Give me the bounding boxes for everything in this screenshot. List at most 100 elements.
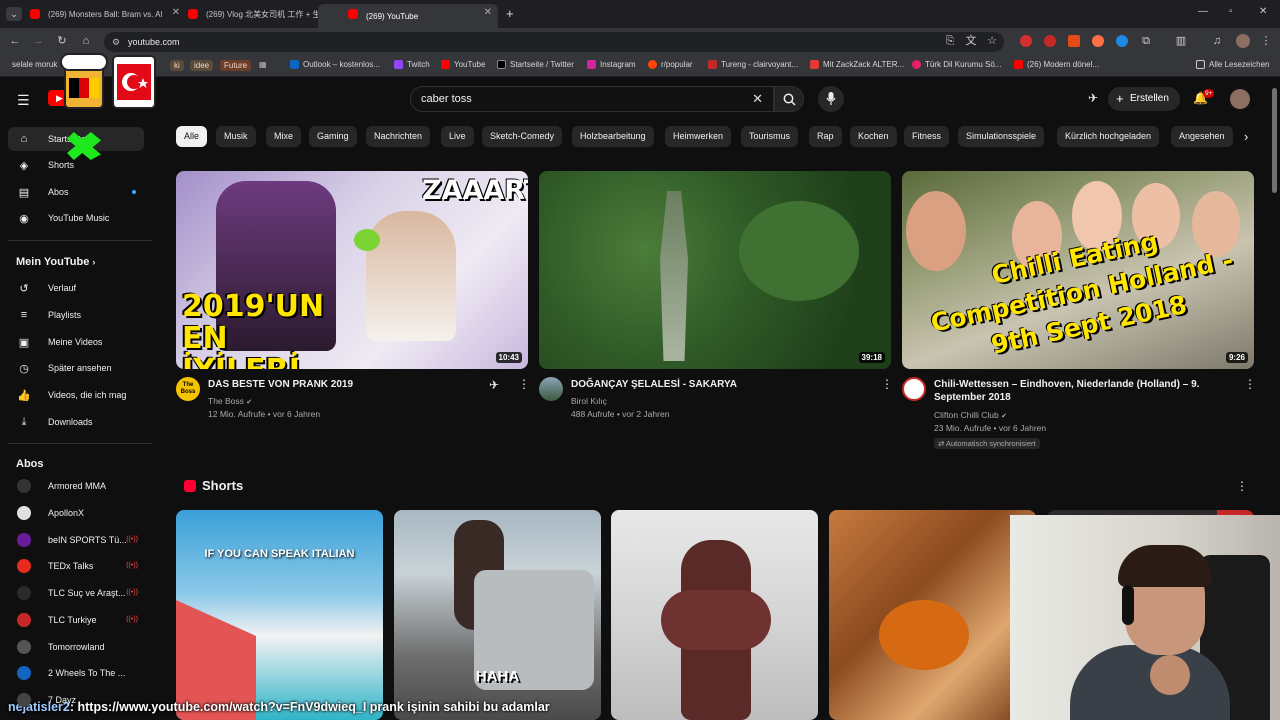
bookmark-item[interactable]: ki <box>170 60 184 71</box>
channel-name[interactable]: Clifton Chilli Club ✔ <box>934 410 1007 420</box>
bookmark-item[interactable]: YouTube <box>441 60 485 69</box>
sidebar-subscription-item[interactable]: 7 Dayz <box>8 688 144 712</box>
sidebar-item-youtube-music[interactable]: ◉ YouTube Music <box>8 206 144 230</box>
video-thumbnail[interactable]: 39:18 <box>539 171 891 369</box>
bookmark-item[interactable]: Türk Dil Kurumu Sö... <box>912 60 1001 69</box>
voice-search-button[interactable] <box>818 86 844 112</box>
short-thumbnail[interactable]: HAHA <box>394 510 601 720</box>
filter-chip[interactable]: Tourismus <box>741 126 799 147</box>
filter-chip[interactable]: Alle <box>176 126 208 147</box>
bookmark-item[interactable]: idee <box>190 60 214 71</box>
filter-chip[interactable]: Kürzlich hochgeladen <box>1057 126 1160 147</box>
bookmark-item[interactable]: r/popular <box>648 60 693 69</box>
sidebar-item-subscriptions[interactable]: ▤ Abos <box>8 180 144 204</box>
search-input[interactable]: caber toss ✕ <box>410 86 774 112</box>
menu-hamburger-icon[interactable]: ☰ <box>17 92 30 109</box>
video-title[interactable]: DOĞANÇAY ŞELALESİ - SAKARYA <box>571 378 861 391</box>
browser-tab-2[interactable]: (269) Vlog 北美女司机 工作 + 生 ✕ <box>158 4 344 24</box>
create-button[interactable]: + Erstellen <box>1108 87 1180 111</box>
sidebar-subscription-item[interactable]: 2 Wheels To The ... <box>8 661 144 685</box>
filter-chip[interactable]: Gaming <box>309 126 357 147</box>
maximize-icon[interactable]: ▫ <box>1229 6 1233 17</box>
channel-avatar[interactable] <box>902 377 926 401</box>
filter-chip[interactable]: Musik <box>216 126 256 147</box>
extension-icon[interactable] <box>1020 35 1032 47</box>
sidebar-item-liked-videos[interactable]: 👍 Videos, die ich mag <box>8 383 144 407</box>
address-bar[interactable]: ⚙ youtube.com <box>104 32 1004 52</box>
channel-avatar[interactable] <box>539 377 563 401</box>
sidebar-subscription-item[interactable]: TLC Turkiye ((•)) <box>8 608 144 632</box>
extensions-puzzle-icon[interactable]: ⧉ <box>1138 33 1154 49</box>
sidebar-item-playlists[interactable]: ≡ Playlists <box>8 303 144 327</box>
filter-chip[interactable]: Live <box>441 126 474 147</box>
sidebar-subscription-item[interactable]: ApollonX <box>8 501 144 525</box>
sidebar-subscription-item[interactable]: Armored MMA <box>8 474 144 498</box>
browser-menu-icon[interactable]: ⋮ <box>1258 33 1274 49</box>
filter-chip[interactable]: Fitness <box>904 126 950 147</box>
sidebar-heading-my-youtube[interactable]: Mein YouTube › <box>16 256 95 268</box>
back-icon[interactable]: ← <box>7 33 23 49</box>
filter-chip[interactable]: Holzbearbeitung <box>572 126 654 147</box>
profile-avatar-icon[interactable] <box>1236 34 1250 48</box>
filter-chip[interactable]: Heimwerken <box>665 126 732 147</box>
filter-chip[interactable]: Kochen <box>850 126 897 147</box>
bookmark-item[interactable]: Mit ZackZack ALTER... <box>810 60 904 69</box>
sidebar-item-history[interactable]: ↺ Verlauf <box>8 276 144 300</box>
sidebar-item-watch-later[interactable]: ◷ Später ansehen <box>8 356 144 380</box>
extension-icon[interactable] <box>1044 35 1056 47</box>
extension-icon[interactable] <box>1092 35 1104 47</box>
short-thumbnail[interactable] <box>829 510 1036 720</box>
sidebar-item-downloads[interactable]: ⤓ Downloads <box>8 410 144 434</box>
video-title[interactable]: DAS BESTE VON PRANK 2019 <box>208 378 478 391</box>
shorts-more-options-icon[interactable]: ⋮ <box>1236 479 1248 493</box>
install-app-icon[interactable]: ⎘ <box>942 33 958 49</box>
sidebar-item-my-videos[interactable]: ▣ Meine Videos <box>8 330 144 354</box>
more-options-icon[interactable]: ⋮ <box>1244 377 1256 391</box>
bookmark-star-icon[interactable]: ☆ <box>984 33 1000 49</box>
bookmark-item[interactable]: Outlook – kostenlos... <box>290 60 380 69</box>
bookmark-item[interactable]: Tureng - clairvoyant... <box>708 60 798 69</box>
filter-chip[interactable]: Sketch-Comedy <box>482 126 563 147</box>
sidebar-subscription-item[interactable]: TLC Suç ve Araşt... ((•)) <box>8 581 144 605</box>
bookmark-item[interactable]: selale moruk <box>12 60 57 69</box>
sidebar-subscription-item[interactable]: beIN SPORTS Tü... ((•)) <box>8 528 144 552</box>
bookmark-item[interactable]: Future <box>220 60 252 71</box>
filter-chip[interactable]: Rap <box>809 126 842 147</box>
channel-name[interactable]: The Boss ✔ <box>208 396 252 406</box>
bookmark-item[interactable]: Instagram <box>587 60 636 69</box>
video-thumbnail[interactable]: ZAAART 2019'UN EN İYİLERİ 10:43 <box>176 171 528 369</box>
close-tab-icon[interactable]: ✕ <box>484 7 492 18</box>
all-bookmarks[interactable]: Alle Lesezeichen <box>1196 60 1269 69</box>
forward-icon[interactable]: → <box>30 33 46 49</box>
bookmark-item[interactable]: Twitch <box>394 60 430 69</box>
filter-chip[interactable]: Nachrichten <box>366 126 431 147</box>
filter-chip[interactable]: Angesehen <box>1171 126 1233 147</box>
translate-icon[interactable]: 文 <box>963 33 979 49</box>
filter-chip[interactable]: Simulationsspiele <box>958 126 1045 147</box>
close-window-icon[interactable]: ✕ <box>1259 6 1267 17</box>
short-thumbnail[interactable]: IF YOU CAN SPEAK ITALIAN <box>176 510 383 720</box>
media-control-icon[interactable]: ♫ <box>1209 33 1225 49</box>
new-tab-icon[interactable]: + <box>506 6 514 21</box>
chips-next-chevron-icon[interactable]: › <box>1244 129 1248 144</box>
video-thumbnail[interactable]: Chilli Eating Competition Holland - 9th … <box>902 171 1254 369</box>
extension-icon[interactable] <box>1116 35 1128 47</box>
short-thumbnail[interactable] <box>611 510 818 720</box>
bookmark-item[interactable]: Startseite / Twitter <box>497 60 574 69</box>
channel-avatar[interactable]: The Boss <box>176 377 200 401</box>
minimize-icon[interactable]: — <box>1198 6 1208 17</box>
sidebar-item-shorts[interactable]: ◈ Shorts <box>8 153 144 177</box>
channel-name[interactable]: Birol Kılıç <box>571 396 607 406</box>
browser-tab-3[interactable]: (269) YouTube ✕ <box>318 4 498 28</box>
extension-icon[interactable] <box>1068 35 1080 47</box>
sidebar-subscription-item[interactable]: TEDx Talks ((•)) <box>8 554 144 578</box>
more-options-icon[interactable]: ⋮ <box>881 377 893 391</box>
filter-chip[interactable]: Mixe <box>266 126 302 147</box>
page-scrollbar[interactable] <box>1272 88 1277 193</box>
more-options-icon[interactable]: ⋮ <box>518 377 530 391</box>
apps-grid-icon[interactable]: ▦ <box>259 60 267 69</box>
sidebar-subscription-item[interactable]: Tomorrowland <box>8 635 144 659</box>
bookmark-item[interactable]: (26) Modern dönel... <box>1014 60 1099 69</box>
video-title[interactable]: Chili-Wettessen – Eindhoven, Niederlande… <box>934 378 1214 404</box>
casting-icon[interactable]: ✈ <box>1088 91 1098 105</box>
